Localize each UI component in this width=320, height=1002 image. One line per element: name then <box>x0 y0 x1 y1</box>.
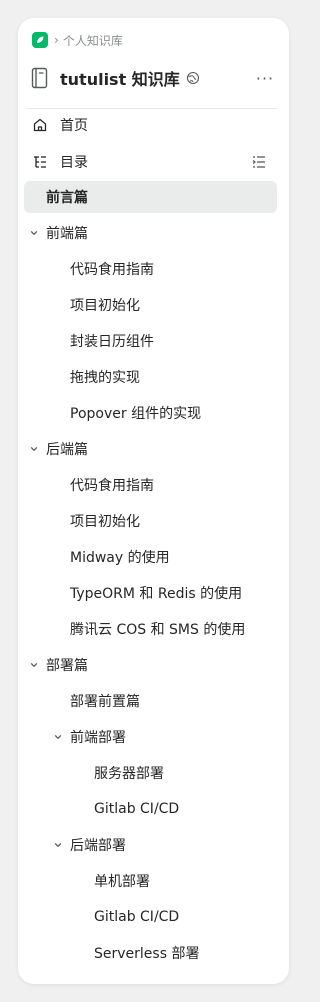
book-icon <box>31 67 48 89</box>
tree-item[interactable]: 部署前置篇 <box>24 685 277 717</box>
toc-toggle-icon[interactable] <box>251 154 267 170</box>
tree-item[interactable]: 封装日历组件 <box>24 325 277 357</box>
more-options-icon[interactable]: ··· <box>255 68 275 88</box>
tree-group[interactable]: 前端篇 <box>24 217 277 249</box>
tree-item[interactable]: 项目初始化 <box>24 505 277 537</box>
nav-home[interactable]: 首页 <box>24 108 277 142</box>
tree-group[interactable]: 部署篇 <box>24 649 277 681</box>
nav-toc-label: 目录 <box>60 155 88 171</box>
tree-item[interactable]: 项目初始化 <box>24 289 277 321</box>
chevron-down-icon[interactable] <box>28 443 40 455</box>
tree-item-label: 前言篇 <box>46 190 88 206</box>
tree-item[interactable]: 服务器部署 <box>24 757 277 789</box>
tree-item-label: 后端部署 <box>70 838 126 854</box>
tree-item-label: 腾讯云 COS 和 SMS 的使用 <box>70 622 246 638</box>
tree-item-label: 单机部署 <box>94 874 150 890</box>
tree-item-label: 前端部署 <box>70 730 126 746</box>
tree-item[interactable]: 前言篇 <box>24 181 277 213</box>
tree-item[interactable]: Serverless 部署 <box>24 937 277 969</box>
breadcrumb: › 个人知识库 <box>32 31 123 49</box>
tree-item[interactable]: TypeORM 和 Redis 的使用 <box>24 577 277 609</box>
tree-item[interactable]: 代码食用指南 <box>24 469 277 501</box>
tree-item-label: 拖拽的实现 <box>70 370 140 386</box>
tree-item-label: TypeORM 和 Redis 的使用 <box>70 586 243 602</box>
tree-item[interactable]: Popover 组件的实现 <box>24 397 277 429</box>
tree-item-label: 服务器部署 <box>94 766 164 782</box>
breadcrumb-separator-icon: › <box>54 33 59 47</box>
tree-item[interactable]: 拖拽的实现 <box>24 361 277 393</box>
tree-item-label: Popover 组件的实现 <box>70 406 202 422</box>
tree-group[interactable]: 后端部署 <box>24 829 277 861</box>
tree-item[interactable]: 代码食用指南 <box>24 253 277 285</box>
tree-item[interactable]: Gitlab CI/CD <box>24 901 277 933</box>
knowledge-base-title[interactable]: tutulist 知识库 <box>60 66 180 90</box>
nav-toc[interactable]: 目录 <box>24 145 277 179</box>
tree-item-label: Serverless 部署 <box>94 946 200 962</box>
chevron-down-icon[interactable] <box>28 659 40 671</box>
chevron-down-icon[interactable] <box>52 839 64 851</box>
globe-icon <box>186 71 199 85</box>
tree-item[interactable]: Midway 的使用 <box>24 541 277 573</box>
home-icon <box>32 117 48 133</box>
tree-item-label: 项目初始化 <box>70 298 140 314</box>
tree-item[interactable]: Gitlab CI/CD <box>24 793 277 825</box>
nav-home-label: 首页 <box>60 118 88 134</box>
tree-item-label: 封装日历组件 <box>70 334 154 350</box>
tree-item-label: 项目初始化 <box>70 514 140 530</box>
tree-item-label: 前端篇 <box>46 226 88 242</box>
tree-item-label: Gitlab CI/CD <box>94 801 180 817</box>
toc-icon <box>32 154 48 170</box>
tree-item-label: 后端篇 <box>46 442 88 458</box>
tree-item[interactable]: 腾讯云 COS 和 SMS 的使用 <box>24 613 277 645</box>
tree-group[interactable]: 后端篇 <box>24 433 277 465</box>
sidebar-panel: › 个人知识库 tutulist 知识库 ··· 首页 目录 前言篇 前端篇 代… <box>18 18 289 984</box>
tree-group[interactable]: 前端部署 <box>24 721 277 753</box>
tree-item-label: 部署篇 <box>46 658 88 674</box>
tree-item-label: 代码食用指南 <box>70 262 154 278</box>
breadcrumb-label[interactable]: 个人知识库 <box>63 32 123 49</box>
tree-item-label: 代码食用指南 <box>70 478 154 494</box>
yuque-logo-icon[interactable] <box>32 32 48 48</box>
tree-item-label: Midway 的使用 <box>70 550 170 566</box>
tree-item-label: Gitlab CI/CD <box>94 909 180 925</box>
knowledge-base-header: tutulist 知识库 ··· <box>30 64 277 92</box>
chevron-down-icon[interactable] <box>28 227 40 239</box>
tree-item[interactable]: 单机部署 <box>24 865 277 897</box>
tree-item-label: 部署前置篇 <box>70 694 140 710</box>
chevron-down-icon[interactable] <box>52 731 64 743</box>
